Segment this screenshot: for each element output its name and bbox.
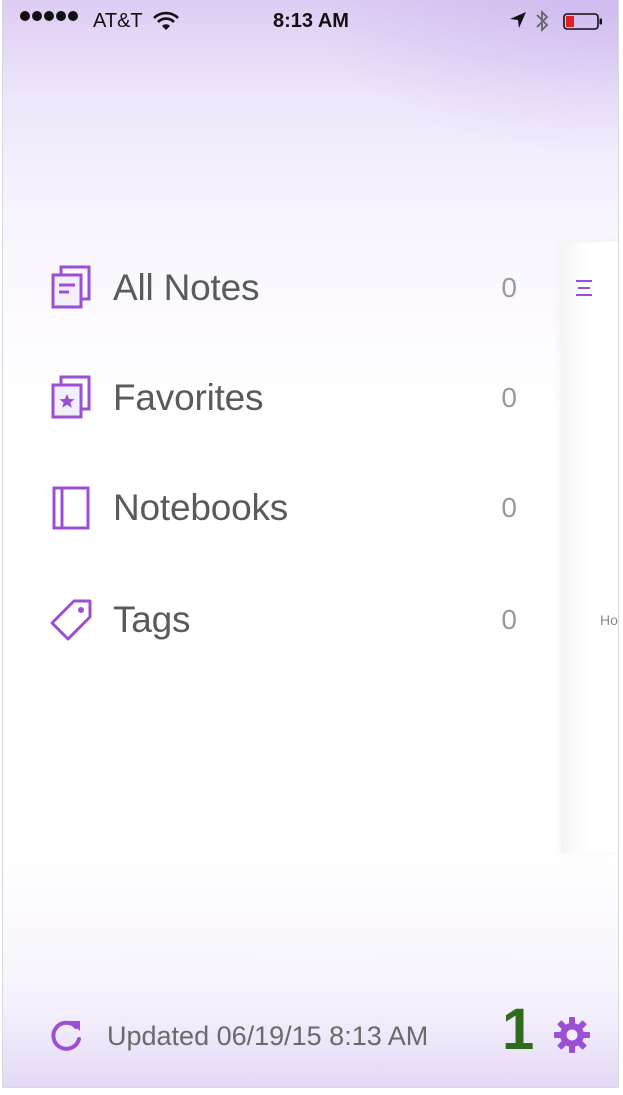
- note-snippet-text: Hol: [600, 612, 619, 628]
- menu-count-favorites: 0: [501, 382, 517, 413]
- hamburger-menu-icon[interactable]: [575, 278, 593, 298]
- menu-label-notebooks: Notebooks: [113, 487, 289, 528]
- last-updated-text: Updated 06/19/15 8:13 AM: [107, 1021, 429, 1051]
- menu-item-all-notes[interactable]: All Notes 0: [47, 253, 527, 323]
- menu-item-notebooks[interactable]: Notebooks 0: [47, 473, 527, 543]
- menu-label-tags: Tags: [113, 599, 191, 640]
- menu-item-favorites[interactable]: Favorites 0: [47, 363, 527, 433]
- carrier-label: AT&T: [93, 10, 143, 32]
- notebooks-icon: [47, 484, 95, 532]
- all-notes-icon: [47, 264, 95, 312]
- status-bar: AT&T 8:13 AM: [3, 0, 618, 44]
- menu-label-favorites: Favorites: [113, 377, 264, 418]
- gear-icon[interactable]: [552, 1015, 592, 1055]
- wifi-icon: [153, 11, 179, 30]
- note-list-panel[interactable]: [561, 240, 618, 854]
- status-time: 8:13 AM: [273, 10, 349, 32]
- bluetooth-icon: [536, 9, 549, 33]
- app-screen: AT&T 8:13 AM All Notes 0 Favorites 0 Not…: [2, 0, 619, 1088]
- signal-dots-icon: [20, 11, 78, 21]
- location-arrow-icon: [510, 12, 526, 28]
- battery-low-icon: [563, 13, 602, 30]
- tags-icon: [47, 596, 95, 644]
- step-annotation-number: 1: [502, 997, 535, 1062]
- menu-count-all-notes: 0: [501, 272, 517, 303]
- menu-count-tags: 0: [501, 604, 517, 635]
- menu-item-tags[interactable]: Tags 0: [47, 585, 527, 655]
- refresh-icon[interactable]: [48, 1017, 84, 1053]
- favorites-icon: [47, 374, 95, 422]
- menu-label-all-notes: All Notes: [113, 267, 260, 308]
- menu-count-notebooks: 0: [501, 492, 517, 523]
